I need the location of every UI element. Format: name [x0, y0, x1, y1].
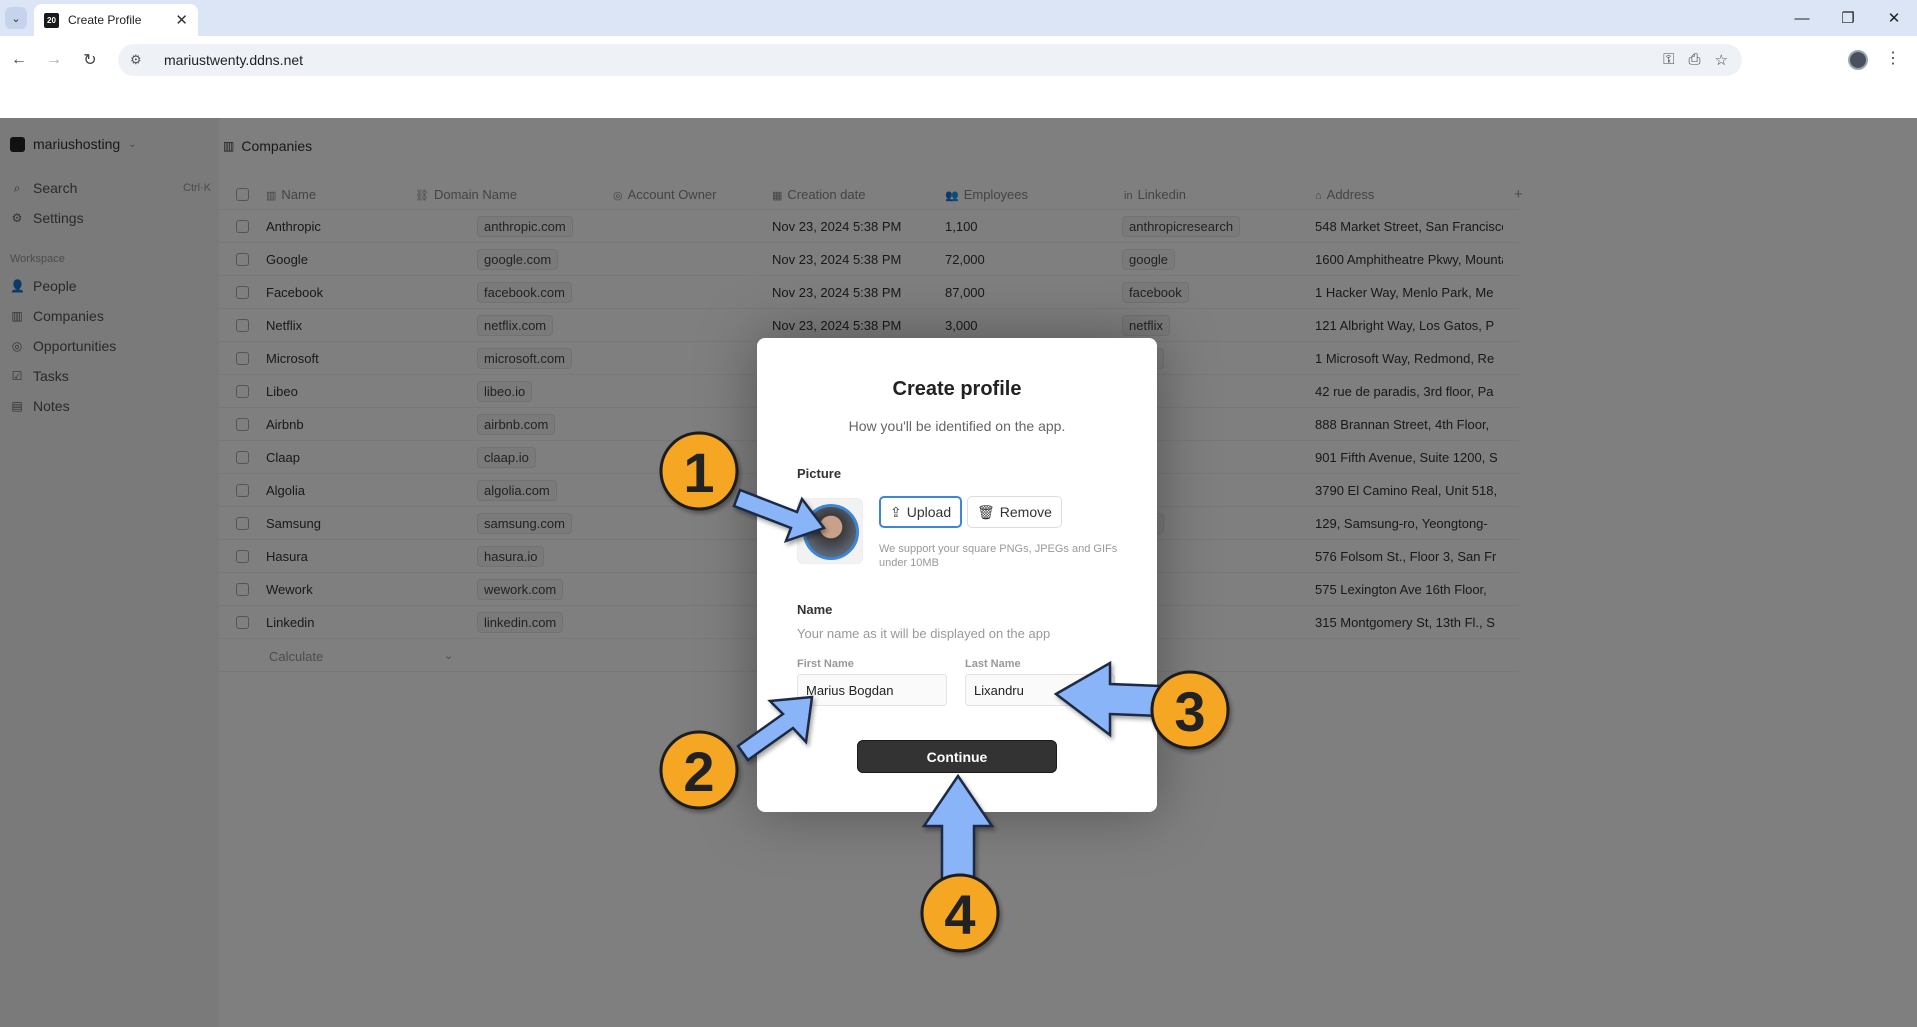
last-name-label: Last Name — [965, 658, 1021, 670]
close-window-icon[interactable]: ✕ — [1871, 0, 1917, 36]
browser-tab-bar: ⌄ 20 Create Profile ✕ — ❐ ✕ — [0, 0, 1917, 36]
profile-avatar-icon[interactable] — [1848, 50, 1868, 70]
name-label: Name — [797, 602, 833, 617]
restore-icon[interactable]: ❐ — [1825, 0, 1871, 36]
url-text[interactable]: mariustwenty.ddns.net — [164, 52, 303, 68]
password-key-icon[interactable]: ⚿ — [1663, 51, 1674, 69]
trash-icon: 🗑 — [977, 503, 995, 520]
window-controls: — ❐ ✕ — [1779, 0, 1917, 36]
upload-button[interactable]: ⇪ Upload — [879, 496, 963, 528]
last-name-input[interactable] — [965, 674, 1115, 706]
first-name-input[interactable] — [797, 674, 947, 706]
address-bar: ← → ↻ ⚙ mariustwenty.ddns.net ⚿ ⎙ ☆ ⋮ — [0, 36, 1917, 84]
modal-subtitle: How you'll be identified on the app. — [848, 418, 1066, 434]
avatar-container — [797, 498, 863, 564]
browser-tab[interactable]: 20 Create Profile ✕ — [34, 4, 198, 36]
back-icon[interactable]: ← — [7, 48, 31, 72]
modal-title: Create profile — [892, 378, 1022, 400]
remove-button[interactable]: 🗑 Remove — [967, 496, 1062, 528]
tab-search-icon[interactable]: ⌄ — [5, 7, 27, 29]
first-name-label: First Name — [797, 658, 854, 670]
omnibox[interactable]: ⚙ mariustwenty.ddns.net ⚿ ⎙ ☆ — [118, 44, 1742, 76]
picture-label: Picture — [797, 466, 842, 481]
site-settings-icon[interactable]: ⚙ — [130, 52, 148, 68]
upload-hint: We support your square PNGs, JPEGs and G… — [879, 543, 1118, 569]
forward-icon[interactable]: → — [42, 48, 66, 72]
upload-label: Upload — [906, 504, 952, 520]
create-profile-modal: Create profile How you'll be identified … — [757, 338, 1157, 812]
install-app-icon[interactable]: ⎙ — [1689, 51, 1701, 69]
tab-close-icon[interactable]: ✕ — [175, 11, 188, 29]
continue-button[interactable]: Continue — [857, 740, 1057, 773]
reload-icon[interactable]: ↻ — [78, 48, 102, 72]
favicon-icon: 20 — [44, 12, 59, 28]
name-description: Your name as it will be displayed on the… — [797, 626, 1051, 641]
remove-label: Remove — [999, 504, 1052, 520]
more-menu-icon[interactable]: ⋮ — [1885, 48, 1901, 68]
avatar[interactable] — [803, 504, 859, 560]
bookmark-star-icon[interactable]: ☆ — [1715, 51, 1728, 69]
tab-title: Create Profile — [68, 13, 142, 27]
upload-icon: ⇪ — [890, 503, 902, 520]
minimize-icon[interactable]: — — [1779, 0, 1825, 36]
